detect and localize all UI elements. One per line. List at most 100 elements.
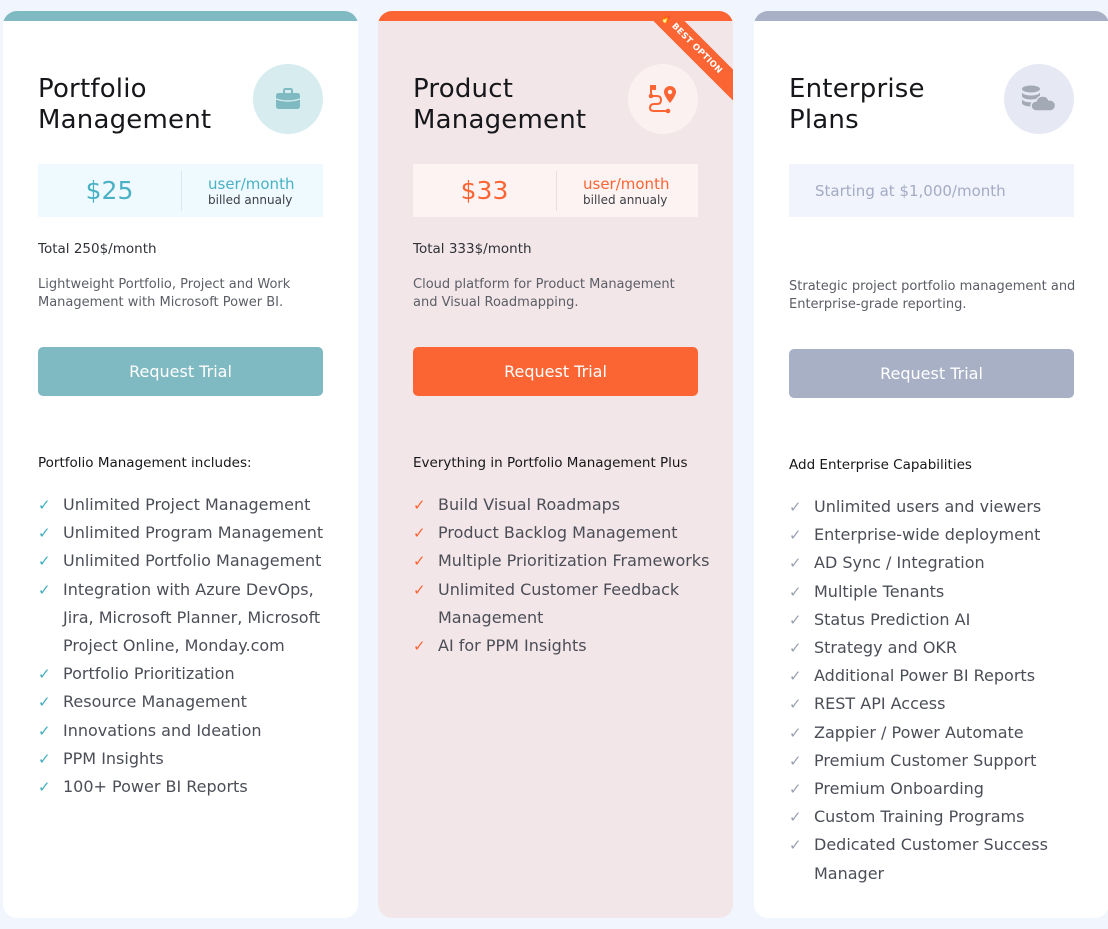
feature-item: ✓ REST API Access (789, 690, 1089, 718)
feature-item: ✓ Strategy and OKR (789, 634, 1089, 662)
feature-label: Multiple Tenants (814, 581, 945, 601)
plan-title: Product Management (413, 74, 586, 136)
feature-label: Portfolio Prioritization (63, 664, 235, 684)
price-unit: user/month billed annualy (557, 175, 669, 207)
plan-title: Portfolio Management (38, 74, 211, 136)
feature-item: ✓ Unlimited Program Management (38, 519, 338, 547)
feature-label: Unlimited Program Management (63, 523, 324, 543)
feature-item: ✓ Resource Management (38, 688, 338, 716)
feature-label: Integration with Azure DevOps, Jira, Mic… (63, 579, 321, 656)
feature-item: ✓ AD Sync / Integration (789, 549, 1089, 577)
check-icon: ✓ (413, 552, 426, 571)
plan-title-line1: Portfolio (38, 74, 147, 104)
feature-label: Build Visual Roadmaps (438, 495, 621, 514)
plan-title-line2: Management (38, 105, 212, 135)
features-list: ✓ Unlimited Project Management ✓ Unlimited … (38, 491, 338, 801)
check-icon: ✓ (789, 639, 802, 658)
feature-label: Unlimited users and viewers (814, 497, 1042, 516)
feature-label: Zappier / Power Automate (814, 722, 1024, 742)
check-icon: ✓ (789, 498, 802, 516)
plan-title: Enterprise Plans (789, 74, 925, 136)
check-icon: ✓ (789, 526, 802, 545)
request-trial-button[interactable]: Request Trial (38, 347, 323, 396)
feature-label: REST API Access (814, 694, 946, 714)
price-box: Starting at $1,000/month (789, 164, 1074, 217)
card-accent-bar (3, 11, 358, 21)
check-icon: ✓ (38, 749, 51, 768)
feature-item: ✓ Unlimited Customer Feedback Management (413, 576, 713, 632)
feature-label: Strategy and OKR (814, 638, 958, 658)
feature-item: ✓ Multiple Prioritization Frameworks (413, 547, 713, 575)
check-icon: ✓ (789, 836, 802, 855)
plan-title-line1: Enterprise (789, 74, 925, 104)
request-trial-button[interactable]: Request Trial (413, 347, 698, 396)
feature-item: ✓ PPM Insights (38, 745, 338, 773)
feature-item: ✓ Enterprise-wide deployment (789, 521, 1089, 549)
card-accent-bar (754, 11, 1108, 21)
check-icon: ✓ (38, 580, 51, 599)
feature-label: Enterprise-wide deployment (814, 525, 1041, 545)
price-unit: user/month billed annualy (182, 175, 294, 207)
roadmap-route-icon (648, 85, 676, 114)
feature-item: ✓ Unlimited Portfolio Management (38, 547, 338, 575)
feature-item: ✓ Innovations and Ideation (38, 717, 338, 745)
request-trial-button[interactable]: Request Trial (789, 349, 1074, 398)
check-icon: ✓ (789, 554, 802, 573)
feature-label: Unlimited Project Management (63, 495, 311, 514)
price-per: user/month (583, 174, 670, 193)
check-icon: ✓ (789, 808, 802, 827)
feature-label: Resource Management (63, 692, 247, 712)
feature-label: AD Sync / Integration (814, 553, 985, 573)
features-heading: Everything in Portfolio Management Plus (413, 455, 688, 471)
plan-title-line2: Management (413, 105, 587, 135)
check-icon: ✓ (789, 751, 802, 770)
billing-note: billed annualy (583, 192, 668, 207)
check-icon: ✓ (789, 667, 802, 686)
check-icon: ✓ (413, 524, 426, 543)
feature-item: ✓ Dedicated Customer Success Manager (789, 831, 1089, 887)
feature-item: ✓ Premium Customer Support (789, 747, 1089, 775)
feature-label: Innovations and Ideation (63, 720, 262, 740)
feature-item: ✓ Additional Power BI Reports (789, 662, 1089, 690)
feature-item: ✓ Zappier / Power Automate (789, 719, 1089, 747)
feature-label: Product Backlog Management (438, 523, 678, 543)
price-per: user/month (208, 174, 295, 193)
plan-title-line2: Plans (789, 105, 859, 135)
check-icon: ✓ (38, 721, 51, 740)
check-icon: ✓ (38, 693, 51, 712)
check-icon: ✓ (789, 780, 802, 799)
check-icon: ✓ (38, 778, 51, 797)
plan-icon-badge (628, 64, 698, 134)
plan-card-product-management: 🔥 BEST OPTION Product Management $33 use… (378, 11, 733, 918)
plan-icon-badge (253, 64, 323, 134)
feature-item: ✓ Portfolio Prioritization (38, 660, 338, 688)
feature-item: ✓ Unlimited Project Management (38, 491, 338, 519)
feature-item: ✓ Multiple Tenants (789, 578, 1089, 606)
price-amount: $25 (85, 176, 134, 205)
price-amount: $33 (460, 176, 509, 205)
feature-label: Custom Training Programs (814, 807, 1025, 827)
feature-item: ✓ Product Backlog Management (413, 519, 713, 547)
starting-price: Starting at $1,000/month (815, 181, 1006, 200)
feature-label: Multiple Prioritization Frameworks (438, 551, 710, 571)
check-icon: ✓ (413, 637, 426, 656)
total-price: Total 333$/month (413, 241, 532, 257)
price-box: $33 user/month billed annualy (413, 164, 698, 217)
features-list: ✓ Build Visual Roadmaps ✓ Product Backlog M… (413, 491, 713, 660)
plan-icon-badge (1004, 64, 1074, 134)
feature-label: Dedicated Customer Success Manager (814, 835, 1048, 883)
feature-item: ✓ Unlimited users and viewers (789, 493, 1089, 521)
feature-label: Status Prediction AI (814, 609, 971, 629)
plan-description: Strategic project portfolio management a… (789, 279, 1076, 312)
feature-item: ✓ Build Visual Roadmaps (413, 491, 713, 519)
plan-title-line1: Product (413, 74, 514, 104)
price-box: $25 user/month billed annualy (38, 164, 323, 217)
total-price: Total 250$/month (38, 241, 157, 257)
features-list: ✓ Unlimited users and viewers ✓ Enterprise-… (789, 493, 1089, 888)
check-icon: ✓ (413, 496, 426, 514)
feature-label: 100+ Power BI Reports (63, 777, 248, 797)
feature-item: ✓ Status Prediction AI (789, 606, 1089, 634)
check-icon: ✓ (413, 580, 426, 599)
feature-item: ✓ Custom Training Programs (789, 803, 1089, 831)
feature-label: Unlimited Portfolio Management (63, 551, 322, 571)
